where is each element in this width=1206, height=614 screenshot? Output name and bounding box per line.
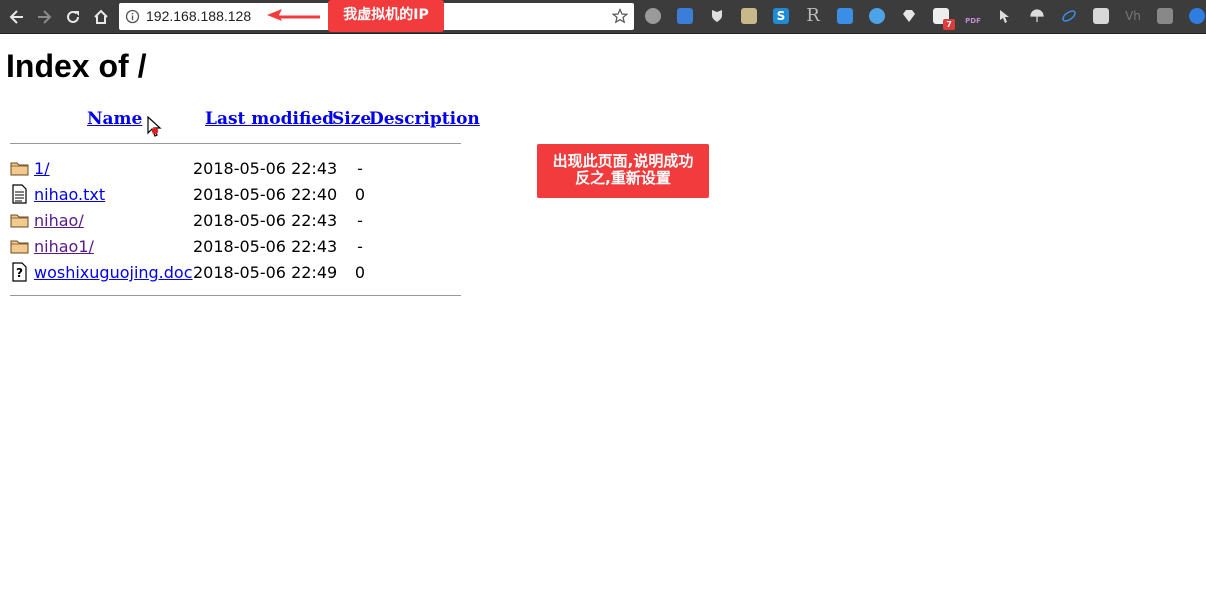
modified-date: 2018-05-06 22:40 bbox=[193, 185, 338, 204]
file-size: 0 bbox=[354, 263, 366, 282]
edit-extension-icon[interactable] bbox=[1189, 8, 1205, 24]
v-extension-icon[interactable] bbox=[869, 8, 885, 24]
svg-text:?: ? bbox=[16, 266, 23, 280]
success-callout-line2: 反之,重新设置 bbox=[575, 169, 671, 187]
file-size: - bbox=[357, 211, 363, 230]
file-link[interactable]: 1/ bbox=[34, 159, 50, 178]
folder-icon bbox=[10, 240, 29, 254]
bookmark-star-icon[interactable] bbox=[612, 8, 628, 24]
cloud-extension-icon[interactable] bbox=[645, 8, 661, 24]
header-divider bbox=[10, 143, 461, 144]
table-row: nihao1/2018-05-06 22:43- bbox=[10, 233, 461, 259]
cursor-extension-icon[interactable] bbox=[997, 8, 1013, 24]
diamond-extension-icon[interactable] bbox=[901, 8, 917, 24]
forward-button[interactable] bbox=[32, 5, 56, 29]
file-link[interactable]: nihao.txt bbox=[34, 185, 105, 204]
description-column-header[interactable]: Description bbox=[369, 109, 480, 129]
home-button[interactable] bbox=[89, 5, 113, 29]
leaf-extension-icon[interactable] bbox=[1061, 8, 1077, 24]
notification-badge: 7 bbox=[943, 19, 955, 30]
table-row: nihao/2018-05-06 22:43- bbox=[10, 207, 461, 233]
image-extension-icon[interactable] bbox=[741, 8, 757, 24]
folder-icon bbox=[10, 162, 29, 176]
page-title: Index of / bbox=[6, 48, 147, 84]
success-callout-line1: 出现此页面,说明成功 bbox=[552, 152, 694, 170]
qr-code-extension-icon[interactable] bbox=[677, 8, 693, 24]
back-arrow-icon bbox=[9, 10, 23, 24]
vh-extension-icon[interactable]: Vh bbox=[1125, 8, 1141, 24]
last-modified-column-header[interactable]: Last modified bbox=[205, 109, 334, 129]
ip-callout: 我虚拟机的IP bbox=[328, 0, 444, 32]
file-link[interactable]: woshixuguojing.doc bbox=[34, 263, 193, 282]
modified-date: 2018-05-06 22:43 bbox=[193, 237, 338, 256]
modified-date: 2018-05-06 22:49 bbox=[193, 263, 338, 282]
file-size: - bbox=[357, 237, 363, 256]
mouse-cursor-icon bbox=[147, 116, 162, 137]
grid-extension-icon[interactable] bbox=[1093, 8, 1109, 24]
reload-icon bbox=[67, 10, 79, 23]
folder-icon bbox=[10, 214, 29, 228]
table-row: nihao.txt 2018-05-06 22:40 0 bbox=[10, 181, 461, 207]
home-icon bbox=[94, 9, 108, 24]
shield-extension-icon[interactable] bbox=[709, 8, 725, 24]
red-arrow-icon bbox=[267, 9, 320, 21]
modified-date: 2018-05-06 22:43 bbox=[193, 159, 338, 178]
info-icon[interactable] bbox=[125, 9, 140, 24]
file-link[interactable]: nihao1/ bbox=[34, 237, 94, 256]
text-file-icon bbox=[12, 184, 27, 204]
file-size: - bbox=[357, 159, 363, 178]
back-button[interactable] bbox=[5, 5, 29, 29]
translate-extension-icon[interactable] bbox=[837, 8, 853, 24]
s-extension-icon[interactable]: S bbox=[773, 8, 789, 24]
r-extension-icon[interactable]: R bbox=[805, 7, 821, 25]
browser-toolbar: 192.168.188.128 S R 7 PDF Vh bbox=[0, 0, 1206, 34]
reload-button[interactable] bbox=[61, 5, 85, 29]
size-column-header[interactable]: Size bbox=[332, 109, 371, 129]
footer-divider bbox=[10, 295, 461, 296]
url-text[interactable]: 192.168.188.128 bbox=[146, 8, 251, 24]
forward-arrow-icon bbox=[38, 10, 52, 24]
pdf-extension-icon[interactable]: PDF bbox=[965, 8, 981, 25]
umbrella-extension-icon[interactable] bbox=[1029, 8, 1045, 24]
table-row: ? woshixuguojing.doc 2018-05-06 22:49 0 bbox=[10, 259, 461, 285]
modified-date: 2018-05-06 22:43 bbox=[193, 211, 338, 230]
file-size: 0 bbox=[354, 185, 366, 204]
unknown-file-icon: ? bbox=[12, 262, 27, 282]
success-callout: 出现此页面,说明成功 反之,重新设置 bbox=[537, 144, 709, 198]
name-column-header[interactable]: Name bbox=[87, 109, 142, 129]
table-row: 1/2018-05-06 22:43- bbox=[10, 155, 461, 181]
window-extension-icon[interactable] bbox=[1157, 8, 1173, 24]
file-link[interactable]: nihao/ bbox=[34, 211, 84, 230]
